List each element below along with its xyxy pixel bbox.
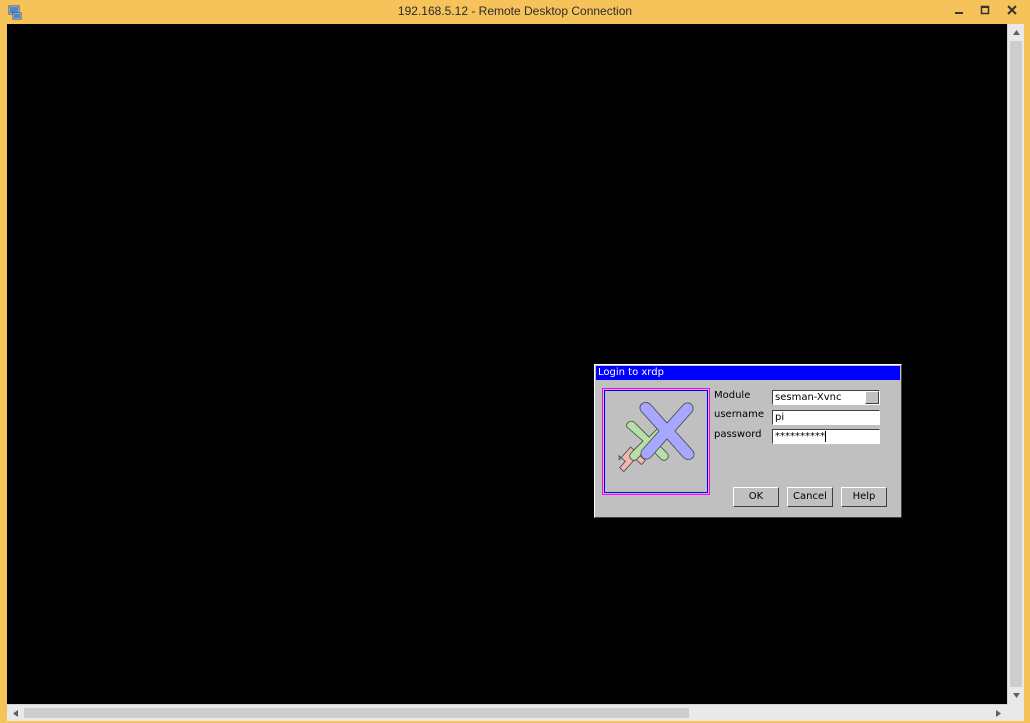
username-input[interactable]: pi xyxy=(772,410,880,425)
scroll-right-button[interactable] xyxy=(990,705,1007,722)
username-label: username xyxy=(714,409,764,420)
window-title: 192.168.5.12 - Remote Desktop Connection xyxy=(397,4,633,18)
dialog-title: Login to xrdp xyxy=(598,367,664,378)
scroll-left-button[interactable] xyxy=(7,705,24,722)
horizontal-scrollbar[interactable] xyxy=(7,704,1007,721)
chevron-down-icon xyxy=(1013,693,1020,698)
horizontal-scroll-thumb[interactable] xyxy=(24,708,689,718)
chevron-left-icon xyxy=(13,710,18,717)
maximize-button[interactable] xyxy=(972,0,998,20)
close-icon xyxy=(1007,5,1017,15)
password-label: password xyxy=(714,429,762,440)
password-input[interactable]: ********** xyxy=(772,429,880,444)
dropdown-button[interactable] xyxy=(865,391,879,404)
scrollbar-corner xyxy=(1007,704,1024,721)
module-select[interactable]: sesman-Xvnc xyxy=(772,390,880,405)
vertical-scrollbar[interactable] xyxy=(1007,24,1024,704)
text-caret xyxy=(825,430,826,442)
close-button[interactable] xyxy=(998,0,1026,20)
title-bar[interactable]: 192.168.5.12 - Remote Desktop Connection xyxy=(0,0,1030,24)
module-label: Module xyxy=(714,390,751,401)
chevron-right-icon xyxy=(996,710,1001,717)
scroll-down-button[interactable] xyxy=(1008,687,1025,704)
xrdp-login-dialog: Login to xrdp Module username password s… xyxy=(594,364,902,518)
cancel-button[interactable]: Cancel xyxy=(787,487,833,507)
password-value: ********** xyxy=(775,431,825,442)
minimize-button[interactable] xyxy=(945,0,972,20)
minimize-icon xyxy=(954,12,963,14)
remote-desktop-window: 192.168.5.12 - Remote Desktop Connection… xyxy=(0,0,1030,723)
remote-desktop-viewport[interactable]: Login to xrdp Module username password s… xyxy=(7,24,1007,704)
scroll-up-button[interactable] xyxy=(1008,24,1025,41)
dialog-title-bar[interactable]: Login to xrdp xyxy=(596,366,900,380)
username-value: pi xyxy=(775,412,785,423)
xrdp-logo xyxy=(604,390,708,493)
maximize-icon xyxy=(980,5,990,15)
ok-button[interactable]: OK xyxy=(733,487,779,507)
chevron-up-icon xyxy=(1013,30,1020,35)
module-value: sesman-Xvnc xyxy=(775,392,842,403)
vertical-scroll-thumb[interactable] xyxy=(1010,41,1022,687)
help-button[interactable]: Help xyxy=(841,487,887,507)
logo-frame xyxy=(602,388,710,495)
